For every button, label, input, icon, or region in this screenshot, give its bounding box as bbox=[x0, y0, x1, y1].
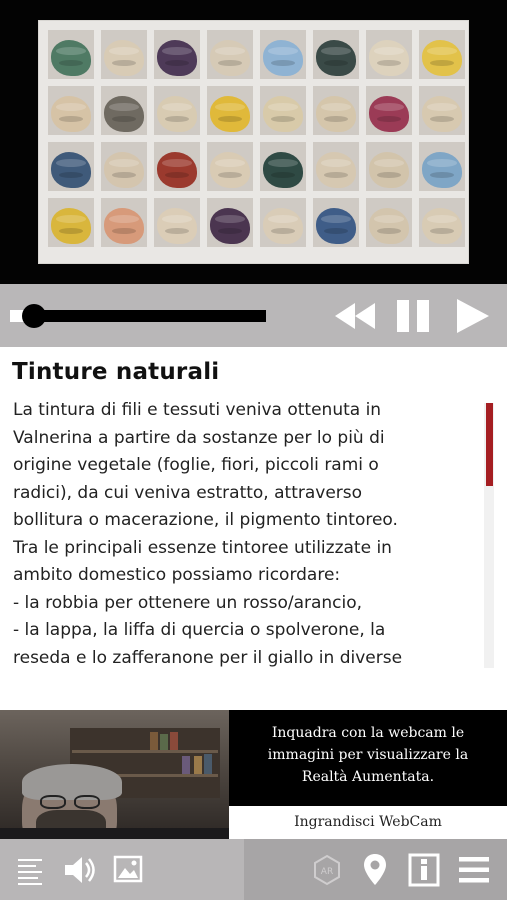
shelf-cubby bbox=[48, 198, 94, 247]
shelf-cubby bbox=[419, 198, 465, 247]
map-button[interactable] bbox=[362, 852, 388, 892]
yarn-skein bbox=[369, 40, 409, 76]
menu-button[interactable] bbox=[458, 852, 490, 892]
ar-button[interactable]: AR bbox=[312, 852, 342, 892]
shelf-cubby bbox=[366, 142, 412, 191]
shelf-cubby bbox=[260, 198, 306, 247]
description-paragraph: La tintura di fili e tessuti veniva otte… bbox=[13, 400, 403, 668]
rewind-button[interactable] bbox=[333, 297, 377, 335]
pause-button[interactable] bbox=[395, 297, 433, 335]
menu-icon bbox=[459, 857, 489, 883]
yarn-skein bbox=[104, 96, 144, 132]
progress-track[interactable] bbox=[10, 310, 266, 322]
yarn-skein bbox=[316, 208, 356, 244]
yarn-skein bbox=[157, 96, 197, 132]
shelf-cubby bbox=[154, 142, 200, 191]
shelf-cubby bbox=[154, 86, 200, 135]
shelf-cubby bbox=[419, 86, 465, 135]
description-panel: Tinture naturali La tintura di fili e te… bbox=[0, 347, 507, 710]
yarn-skein bbox=[104, 208, 144, 244]
yarn-skein bbox=[263, 208, 303, 244]
yarn-skein bbox=[263, 40, 303, 76]
scrollbar-thumb[interactable] bbox=[486, 403, 493, 486]
yarn-skein bbox=[369, 208, 409, 244]
shelf-cubby bbox=[207, 86, 253, 135]
yarn-skein bbox=[157, 40, 197, 76]
shelf-cubby bbox=[313, 86, 359, 135]
webcam-instructions-text: Inquadra con la webcam le immagini per v… bbox=[267, 725, 469, 785]
shelf-cubby bbox=[154, 198, 200, 247]
yarn-skein bbox=[422, 96, 462, 132]
webcam-preview[interactable] bbox=[0, 710, 229, 839]
yarn-shelf-image bbox=[38, 20, 469, 264]
speaker-icon bbox=[65, 857, 95, 883]
shelf-cubby bbox=[48, 30, 94, 79]
yarn-skein bbox=[51, 40, 91, 76]
yarn-skein bbox=[263, 152, 303, 188]
shelf-cubby bbox=[48, 86, 94, 135]
page-title: Tinture naturali bbox=[12, 359, 220, 385]
yarn-skein bbox=[210, 208, 250, 244]
yarn-skein bbox=[316, 96, 356, 132]
yarn-skein bbox=[51, 152, 91, 188]
shelf-cubby bbox=[260, 142, 306, 191]
yarn-skein bbox=[104, 152, 144, 188]
yarn-skein bbox=[104, 40, 144, 76]
info-icon bbox=[408, 853, 440, 887]
shelf-cubby bbox=[101, 198, 147, 247]
shelf-cubby bbox=[260, 30, 306, 79]
shelf-cubby bbox=[154, 30, 200, 79]
yarn-skein bbox=[157, 208, 197, 244]
pause-icon bbox=[397, 300, 429, 332]
shelf-cubby bbox=[260, 86, 306, 135]
shelf-cubby bbox=[366, 86, 412, 135]
play-button[interactable] bbox=[455, 297, 491, 335]
enlarge-webcam-button[interactable]: Ingrandisci WebCam bbox=[229, 806, 507, 839]
person-hat bbox=[22, 764, 122, 800]
text-button[interactable] bbox=[17, 852, 43, 892]
shelf-cubby bbox=[313, 198, 359, 247]
shelf-cubby bbox=[101, 142, 147, 191]
shelf-cubby bbox=[366, 198, 412, 247]
progress-handle[interactable] bbox=[22, 304, 46, 328]
shelf-cubby bbox=[207, 30, 253, 79]
hero-image-area bbox=[0, 0, 507, 284]
shelf-cubby bbox=[101, 86, 147, 135]
yarn-skein bbox=[316, 152, 356, 188]
play-icon bbox=[457, 299, 489, 333]
map-pin-icon bbox=[364, 854, 386, 885]
svg-text:AR: AR bbox=[321, 867, 333, 877]
ar-cube-icon: AR bbox=[314, 854, 340, 886]
shelf-cubby bbox=[419, 30, 465, 79]
shelf-cubby bbox=[313, 30, 359, 79]
shelf-cubby bbox=[48, 142, 94, 191]
yarn-skein bbox=[210, 152, 250, 188]
text-icon bbox=[18, 859, 42, 885]
shelf-cubby bbox=[207, 198, 253, 247]
yarn-skein bbox=[369, 96, 409, 132]
description-text[interactable]: La tintura di fili e tessuti veniva otte… bbox=[13, 397, 473, 669]
yarn-skein bbox=[422, 152, 462, 188]
rewind-icon bbox=[335, 303, 375, 329]
yarn-skein bbox=[422, 40, 462, 76]
audio-button[interactable] bbox=[62, 852, 98, 892]
yarn-skein bbox=[157, 152, 197, 188]
yarn-skein bbox=[316, 40, 356, 76]
image-icon bbox=[113, 855, 143, 883]
image-button[interactable] bbox=[113, 852, 143, 892]
webcam-instructions: Inquadra con la webcam le immagini per v… bbox=[229, 710, 507, 806]
shelf-cubby bbox=[419, 142, 465, 191]
yarn-skein bbox=[210, 40, 250, 76]
yarn-skein bbox=[263, 96, 303, 132]
shelf-cubby bbox=[366, 30, 412, 79]
yarn-skein bbox=[51, 208, 91, 244]
yarn-skein bbox=[210, 96, 250, 132]
shelf-cubby bbox=[101, 30, 147, 79]
yarn-skein bbox=[422, 208, 462, 244]
shelf-cubby bbox=[313, 142, 359, 191]
yarn-skein bbox=[51, 96, 91, 132]
shelf-cubby bbox=[207, 142, 253, 191]
info-button[interactable] bbox=[408, 852, 440, 892]
yarn-skein bbox=[369, 152, 409, 188]
